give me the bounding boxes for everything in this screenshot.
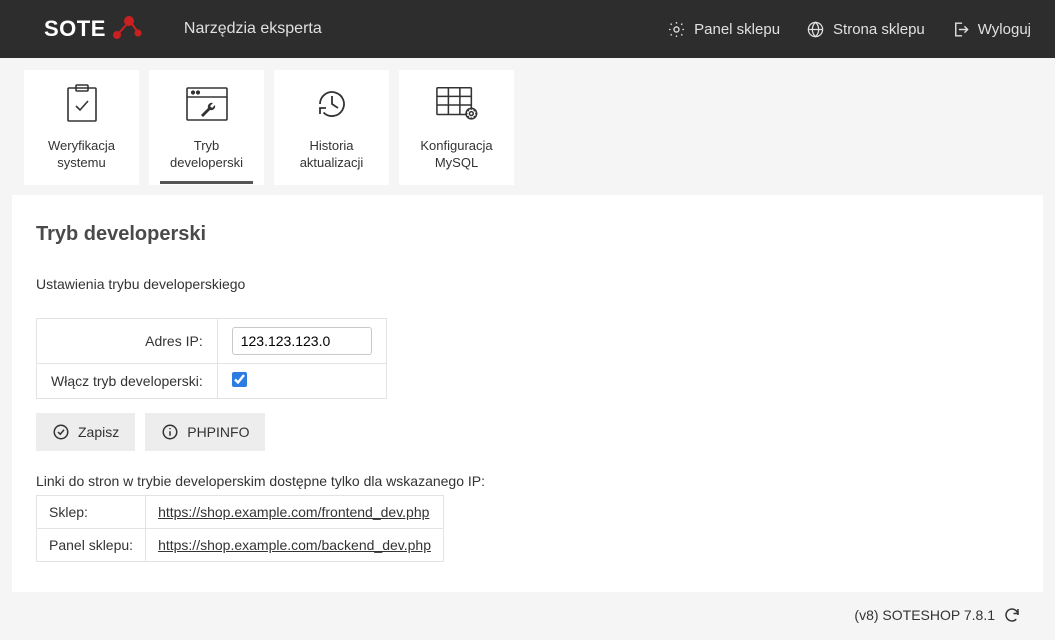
frontend-dev-link[interactable]: https://shop.example.com/frontend_dev.ph… bbox=[158, 504, 429, 520]
gear-icon bbox=[667, 20, 686, 39]
tab-label: Historia aktualizacji bbox=[275, 138, 388, 171]
backend-dev-link[interactable]: https://shop.example.com/backend_dev.php bbox=[158, 537, 431, 553]
links-caption: Linki do stron w trybie developerskim do… bbox=[36, 473, 1019, 489]
tab-system-verification[interactable]: Weryfikacja systemu bbox=[24, 70, 139, 185]
logo[interactable]: SOTE bbox=[44, 16, 142, 42]
link-label: Panel sklepu: bbox=[37, 529, 146, 562]
save-button[interactable]: Zapisz bbox=[36, 413, 135, 451]
tab-label: Konfiguracja MySQL bbox=[400, 138, 513, 171]
phpinfo-button-label: PHPINFO bbox=[187, 424, 249, 440]
nav-panel-label: Panel sklepu bbox=[694, 21, 780, 38]
ip-label: Adres IP: bbox=[37, 319, 218, 364]
tab-mysql-config[interactable]: Konfiguracja MySQL bbox=[399, 70, 514, 185]
table-row: Sklep: https://shop.example.com/frontend… bbox=[37, 496, 444, 529]
logo-text: SOTE bbox=[44, 16, 106, 42]
tab-label: Weryfikacja systemu bbox=[25, 138, 138, 171]
window-wrench-icon bbox=[185, 84, 229, 124]
table-row: Panel sklepu: https://shop.example.com/b… bbox=[37, 529, 444, 562]
button-row: Zapisz PHPINFO bbox=[36, 413, 1019, 451]
check-circle-icon bbox=[52, 423, 70, 441]
nav-logout-link[interactable]: Wyloguj bbox=[951, 20, 1031, 39]
panel-subtitle: Ustawienia trybu developerskiego bbox=[36, 276, 1019, 292]
phpinfo-button[interactable]: PHPINFO bbox=[145, 413, 265, 451]
tab-developer-mode[interactable]: Tryb developerski bbox=[149, 70, 264, 185]
enable-dev-checkbox[interactable] bbox=[232, 372, 247, 387]
topbar: SOTE Narzędzia eksperta Panel sklepu bbox=[0, 0, 1055, 58]
logout-icon bbox=[951, 20, 970, 39]
tab-label: Tryb developerski bbox=[150, 138, 263, 171]
enable-dev-label: Włącz tryb developerski: bbox=[37, 364, 218, 399]
main-panel: Tryb developerski Ustawienia trybu devel… bbox=[12, 195, 1043, 592]
refresh-icon[interactable] bbox=[1003, 606, 1021, 624]
clipboard-check-icon bbox=[60, 84, 104, 124]
panel-heading: Tryb developerski bbox=[36, 223, 1019, 246]
link-label: Sklep: bbox=[37, 496, 146, 529]
footer: (v8) SOTESHOP 7.8.1 bbox=[12, 592, 1043, 624]
links-table: Sklep: https://shop.example.com/frontend… bbox=[36, 495, 444, 562]
nav-store-link[interactable]: Strona sklepu bbox=[806, 20, 925, 39]
tab-update-history[interactable]: Historia aktualizacji bbox=[274, 70, 389, 185]
page-title: Narzędzia eksperta bbox=[184, 20, 322, 38]
nav-logout-label: Wyloguj bbox=[978, 21, 1031, 38]
table-gear-icon bbox=[435, 84, 479, 124]
nav-store-label: Strona sklepu bbox=[833, 21, 925, 38]
ip-input[interactable] bbox=[232, 327, 372, 355]
globe-icon bbox=[806, 20, 825, 39]
version-text: (v8) SOTESHOP 7.8.1 bbox=[854, 607, 995, 623]
save-button-label: Zapisz bbox=[78, 424, 119, 440]
logo-glyph-icon bbox=[112, 16, 142, 42]
tabs-row: Weryfikacja systemu Tryb developerski bbox=[12, 70, 1043, 185]
info-icon bbox=[161, 423, 179, 441]
history-icon bbox=[310, 84, 354, 124]
top-nav: Panel sklepu Strona sklepu Wyloguj bbox=[667, 20, 1031, 39]
settings-form: Adres IP: Włącz tryb developerski: bbox=[36, 318, 387, 399]
nav-panel-link[interactable]: Panel sklepu bbox=[667, 20, 780, 39]
